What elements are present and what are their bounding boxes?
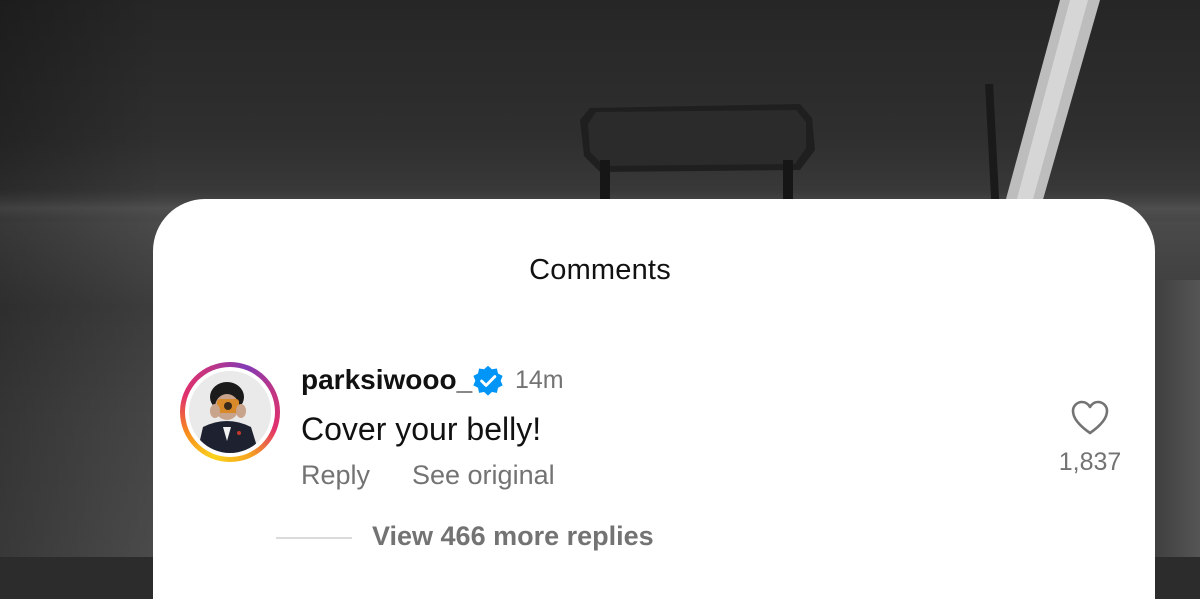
sheet-title: Comments	[529, 254, 671, 286]
verified-badge-icon	[473, 365, 503, 396]
comment-timestamp: 14m	[515, 366, 564, 394]
heart-outline-icon[interactable]	[1071, 400, 1109, 436]
view-more-replies-button[interactable]: View 466 more replies	[372, 521, 654, 552]
reply-button[interactable]: Reply	[301, 460, 370, 491]
avatar-ring-gap	[185, 367, 275, 457]
avatar	[189, 371, 271, 453]
comment-text: Cover your belly!	[301, 411, 542, 447]
replies-divider-line	[276, 537, 352, 539]
comment-username[interactable]: parksiwooo_	[301, 364, 472, 396]
background-wall	[1152, 280, 1200, 557]
avatar-photo	[189, 371, 271, 453]
like-count: 1,837	[1058, 448, 1122, 476]
avatar-story-ring[interactable]	[180, 362, 280, 462]
see-original-button[interactable]: See original	[412, 460, 555, 491]
